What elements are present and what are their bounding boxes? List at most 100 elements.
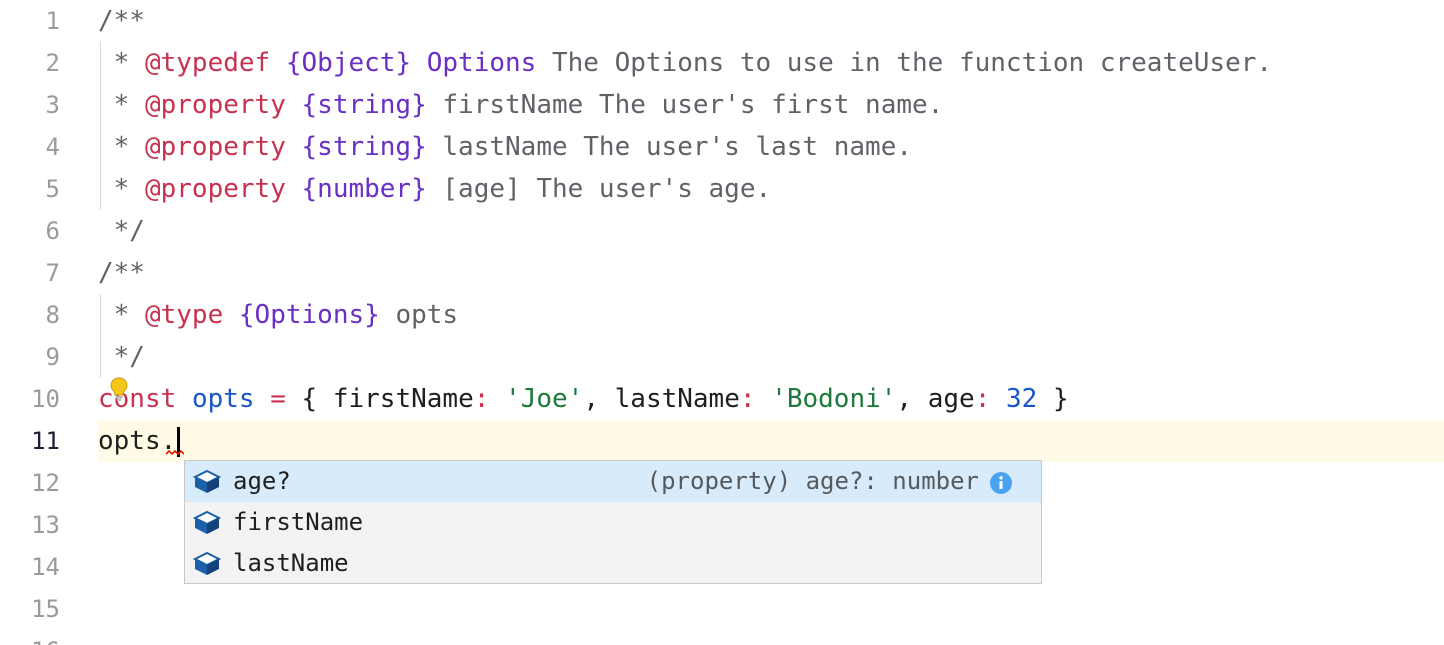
property-icon [193,551,221,575]
line-number: 14 [31,553,60,581]
code-line[interactable]: 6 */ [0,210,1444,252]
code-token: { [285,384,333,414]
code-token: firstName [332,384,474,414]
line-number: 8 [45,301,60,329]
line-code: const opts = { firstName: 'Joe', lastNam… [98,378,1444,420]
code-token: {Object} [285,48,412,78]
code-token: lastName [614,384,740,414]
code-line[interactable]: 1 /** [0,0,1444,42]
line-number: 16 [0,630,60,645]
error-squiggle [166,450,184,456]
code-line[interactable]: 11 opts. [0,420,1444,462]
line-number: 11 [31,427,60,455]
code-token: */ [98,216,145,246]
code-token: } [1037,384,1069,414]
line-code: opts. [98,420,1444,462]
code-token: The Options to use in the function creat… [536,48,1273,78]
code-token: age [927,384,975,414]
suggestion-item[interactable]: firstName [185,502,1041,543]
code-token: 'Joe' [505,384,584,414]
code-token: * [98,132,145,162]
line-code: /** [98,252,1444,294]
line-number: 10 [31,385,60,413]
code-line[interactable]: 16 [0,630,1444,645]
code-token: */ [98,342,145,372]
code-token: , [583,384,615,414]
code-token: @typedef [144,48,271,78]
code-token: lastName The user's last name. [426,132,913,162]
info-icon[interactable] [989,471,1013,495]
code-line[interactable]: 10 const opts = { firstName: 'Joe', lastN… [0,378,1444,420]
code-line[interactable]: 4 * @property {string} lastName The user… [0,126,1444,168]
code-token: = [270,384,286,414]
code-token: /** [98,258,145,288]
code-token: @type [144,300,224,330]
code-line[interactable]: 5 * @property {number} [age] The user's … [0,168,1444,210]
suggestion-item[interactable]: lastName [185,543,1041,584]
suggestion-label: firstName [233,508,364,536]
code-token: opts [191,384,255,414]
code-token: {number} [301,174,427,204]
code-token: {string} [301,90,427,120]
code-token: /** [98,6,145,36]
line-number: 3 [45,91,60,119]
lightbulb-icon[interactable] [108,376,130,402]
line-code: * @type {Options} opts [98,294,1444,336]
code-token: : [974,384,991,414]
code-token: 'Bodoni' [771,384,897,414]
line-number: 1 [45,7,60,35]
code-token: [age] The user's age. [426,174,772,204]
line-number: 7 [45,259,60,287]
code-token: opts. [98,426,177,456]
code-token: * [98,48,145,78]
code-line[interactable]: 9 */ [0,336,1444,378]
code-editor[interactable]: 1 /** 2 * @typedef {Object} Options The Op… [0,0,1444,645]
suggestion-label: age? [233,467,291,495]
line-number: 5 [45,175,60,203]
code-token: @property [144,90,286,120]
code-token: , [896,384,928,414]
code-token: : [739,384,756,414]
code-line[interactable]: 2 * @typedef {Object} Options The Option… [0,42,1444,84]
line-code: */ [98,336,1444,378]
code-token: * [98,174,145,204]
code-line[interactable]: 8 * @type {Options} opts [0,294,1444,336]
line-code: * @typedef {Object} Options The Options … [98,42,1444,84]
line-code: */ [98,210,1444,252]
line-code: /** [98,0,1444,42]
suggestion-label: lastName [233,549,349,577]
code-line[interactable]: 7 /** [0,252,1444,294]
code-token: Options [426,48,537,78]
code-token: {Options} [238,300,380,330]
suggestion-item[interactable]: age? (property) age?: number [185,461,1041,502]
code-token: @property [144,132,286,162]
code-token: 32 [1006,384,1038,414]
code-token: {string} [301,132,427,162]
line-number: 2 [45,49,60,77]
code-token: * [98,300,145,330]
line-number: 9 [45,343,60,371]
line-number: 4 [45,133,60,161]
suggestion-detail: (property) age?: number [646,467,979,495]
line-code: * @property {string} lastName The user's… [98,126,1444,168]
suggestion-widget[interactable]: age? (property) age?: number firstName last… [184,460,1042,584]
code-token: @property [144,174,286,204]
line-number: 6 [45,217,60,245]
code-line[interactable]: 15 [0,588,1444,630]
property-icon [193,510,221,534]
code-token: * [98,90,145,120]
code-line[interactable]: 3 * @property {string} firstName The use… [0,84,1444,126]
